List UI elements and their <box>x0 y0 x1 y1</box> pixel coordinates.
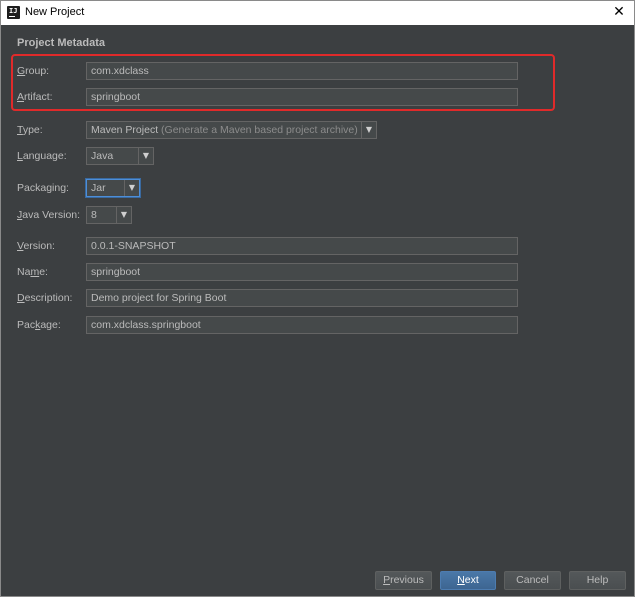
language-dropdown[interactable]: Java ▼ <box>86 147 154 165</box>
previous-button[interactable]: Previous <box>375 571 432 590</box>
type-row: Type: Maven Project (Generate a Maven ba… <box>1 121 634 141</box>
chevron-down-icon[interactable]: ▼ <box>138 148 153 164</box>
new-project-dialog: IJ New Project ✕ Project Metadata Group:… <box>0 0 635 597</box>
java-version-label: Java Version: <box>17 209 81 221</box>
language-value: Java <box>91 150 114 162</box>
package-field[interactable]: com.xdclass.springboot <box>86 316 518 334</box>
name-field[interactable]: springboot <box>86 263 518 281</box>
group-field[interactable]: com.xdclass <box>86 62 518 80</box>
language-label: Language: <box>17 150 67 162</box>
package-row: Package: com.xdclass.springboot <box>1 316 634 336</box>
packaging-value: Jar <box>91 182 106 194</box>
dialog-content: Project Metadata Group: com.xdclass Arti… <box>1 26 634 596</box>
version-row: Version: 0.0.1-SNAPSHOT <box>1 237 634 257</box>
chevron-down-icon[interactable]: ▼ <box>124 180 139 196</box>
packaging-dropdown[interactable]: Jar ▼ <box>86 179 140 197</box>
group-label: Group: <box>17 65 50 77</box>
group-row: Group: com.xdclass <box>1 62 634 82</box>
packaging-label: Packaging: <box>17 182 69 194</box>
type-label: Type: <box>17 124 43 136</box>
help-button[interactable]: Help <box>569 571 626 590</box>
artifact-row: Artifact: springboot <box>1 88 634 108</box>
description-field[interactable]: Demo project for Spring Boot <box>86 289 518 307</box>
artifact-label: Artifact: <box>17 91 53 103</box>
version-label: Version: <box>17 240 55 252</box>
java-version-value: 8 <box>91 209 97 221</box>
language-row: Language: Java ▼ <box>1 147 634 167</box>
intellij-app-icon: IJ <box>7 6 20 19</box>
name-label: Name: <box>17 266 48 278</box>
package-label: Package: <box>17 319 61 331</box>
packaging-row: Packaging: Jar ▼ <box>1 179 634 199</box>
next-button[interactable]: Next <box>440 571 496 590</box>
title-bar: IJ New Project ✕ <box>1 1 634 25</box>
chevron-down-icon[interactable]: ▼ <box>361 122 376 138</box>
java-version-row: Java Version: 8 ▼ <box>1 206 634 226</box>
section-title: Project Metadata <box>17 37 106 49</box>
type-hint: (Generate a Maven based project archive) <box>161 124 358 136</box>
type-value: Maven Project <box>91 124 159 136</box>
type-dropdown[interactable]: Maven Project (Generate a Maven based pr… <box>86 121 377 139</box>
version-field[interactable]: 0.0.1-SNAPSHOT <box>86 237 518 255</box>
cancel-button[interactable]: Cancel <box>504 571 561 590</box>
artifact-field[interactable]: springboot <box>86 88 518 106</box>
name-row: Name: springboot <box>1 263 634 283</box>
description-label: Description: <box>17 292 73 304</box>
description-row: Description: Demo project for Spring Boo… <box>1 289 634 309</box>
chevron-down-icon[interactable]: ▼ <box>116 207 131 223</box>
window-title: New Project <box>25 6 85 18</box>
java-version-dropdown[interactable]: 8 ▼ <box>86 206 132 224</box>
close-icon[interactable]: ✕ <box>610 3 628 21</box>
app-icon-text: IJ <box>9 7 18 15</box>
